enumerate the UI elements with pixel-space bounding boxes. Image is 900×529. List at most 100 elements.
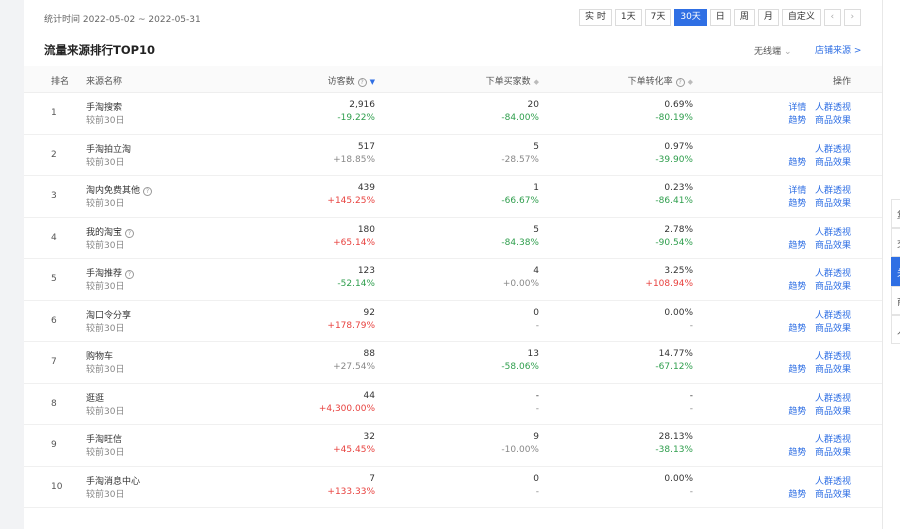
crowd-perspective-link[interactable]: 人群透视 <box>815 394 851 404</box>
trend-link[interactable]: 趋势 <box>788 116 806 126</box>
conversion-change: -80.19% <box>655 113 693 123</box>
buyers-change: - <box>535 320 539 331</box>
actions-line-2: 趋势 商品效果 <box>788 487 851 500</box>
trend-link[interactable]: 趋势 <box>788 448 806 458</box>
next-button[interactable]: › <box>843 9 861 26</box>
actions-line-2: 趋势 商品效果 <box>788 113 851 126</box>
conversion-change: +108.94% <box>645 279 693 289</box>
product-effect-link[interactable]: 商品效果 <box>815 282 851 292</box>
date-button[interactable]: 1天 <box>614 9 642 26</box>
buyers-change: +0.00% <box>502 279 539 289</box>
product-effect-link[interactable]: 商品效果 <box>815 158 851 168</box>
row-rank: 8 <box>51 398 57 409</box>
product-effect-link[interactable]: 商品效果 <box>815 407 851 417</box>
chevron-down-icon: ⌄ <box>784 47 792 57</box>
side-tab[interactable]: 交 <box>891 228 900 257</box>
device-filter-label: 无线端 <box>754 47 782 57</box>
actions-line-1: 详情 人群透视 <box>788 183 851 196</box>
col-source: 来源名称 <box>86 77 123 87</box>
sort-desc-icon[interactable]: ▼ <box>370 78 375 86</box>
crowd-perspective-link[interactable]: 人群透视 <box>815 269 851 279</box>
crowd-perspective-link[interactable]: 人群透视 <box>815 311 851 321</box>
trend-link[interactable]: 趋势 <box>788 324 806 334</box>
prev-button[interactable]: ‹ <box>823 9 841 26</box>
source-name: 手淘消息中心 <box>86 474 140 487</box>
trend-link[interactable]: 趋势 <box>788 282 806 292</box>
sort-icon[interactable]: ◆ <box>534 78 539 86</box>
product-effect-link[interactable]: 商品效果 <box>815 116 851 126</box>
trend-link[interactable]: 趋势 <box>788 407 806 417</box>
compare-label: 较前30日 <box>86 489 125 500</box>
date-range-buttons: 实 时 1天 7天 30天日周月自定义 ‹ › <box>579 9 864 26</box>
crowd-perspective-link[interactable]: 人群透视 <box>815 103 851 113</box>
actions-line-1: 人群透视 <box>815 225 851 238</box>
visitors-change: +145.25% <box>327 196 375 206</box>
crowd-perspective-link[interactable]: 人群透视 <box>815 228 851 238</box>
row-rank: 9 <box>51 440 57 450</box>
side-tab[interactable]: 商 <box>891 286 900 315</box>
source-name: 手淘搜索 <box>86 100 122 113</box>
help-icon[interactable]: ? <box>125 270 135 279</box>
side-tab[interactable]: 人 <box>891 315 900 344</box>
date-button[interactable]: 日 <box>709 9 731 26</box>
buyers-change: - <box>535 403 539 414</box>
date-button[interactable]: 自定义 <box>781 9 821 26</box>
trend-link[interactable]: 趋势 <box>788 199 806 209</box>
crowd-perspective-link[interactable]: 人群透视 <box>815 352 851 362</box>
help-icon[interactable]: ? <box>125 228 135 238</box>
detail-link[interactable]: 详情 <box>788 103 806 113</box>
crowd-perspective-link[interactable]: 人群透视 <box>815 435 851 445</box>
side-tab[interactable]: 关 <box>891 257 900 286</box>
actions-line-2: 趋势 商品效果 <box>788 238 851 251</box>
sort-icon[interactable]: ◆ <box>688 78 693 86</box>
col-buyers-label: 下单买家数 <box>485 77 531 87</box>
product-effect-link[interactable]: 商品效果 <box>815 324 851 334</box>
source-name-label: 手淘拍立淘 <box>86 144 132 155</box>
visitors-value: 92 <box>363 307 375 318</box>
visitors-value: 439 <box>357 183 375 193</box>
date-button[interactable]: 周 <box>733 9 755 26</box>
help-icon[interactable]: ? <box>675 78 685 87</box>
visitors-value: 2,916 <box>349 100 375 110</box>
crowd-perspective-link[interactable]: 人群透视 <box>815 186 851 196</box>
buyers-change: -10.00% <box>501 445 539 455</box>
col-buyers[interactable]: 下单买家数 ◆ <box>486 74 539 87</box>
source-name: 淘内免费其他? <box>86 183 153 196</box>
trend-link[interactable]: 趋势 <box>788 158 806 168</box>
col-visitors-label: 访客数 <box>327 77 355 87</box>
compare-label: 较前30日 <box>86 323 125 334</box>
product-effect-link[interactable]: 商品效果 <box>815 490 851 500</box>
detail-link[interactable]: 详情 <box>788 186 806 196</box>
product-effect-link[interactable]: 商品效果 <box>815 241 851 251</box>
conversion-value: 0.00% <box>664 307 693 318</box>
side-tab[interactable]: 复 <box>891 199 900 228</box>
date-button[interactable]: 月 <box>757 9 779 26</box>
date-button[interactable]: 7天 <box>644 9 672 26</box>
source-name-label: 手淘消息中心 <box>86 476 141 487</box>
trend-link[interactable]: 趋势 <box>788 490 806 500</box>
buyers-value: 4 <box>533 266 539 276</box>
col-visitors[interactable]: 访客数? ▼ <box>328 74 375 87</box>
date-button[interactable]: 实 时 <box>579 9 612 26</box>
product-effect-link[interactable]: 商品效果 <box>815 448 851 458</box>
trend-link[interactable]: 趋势 <box>788 241 806 251</box>
product-effect-link[interactable]: 商品效果 <box>815 365 851 375</box>
source-name: 我的淘宝? <box>86 225 135 238</box>
help-icon[interactable]: ? <box>143 187 153 196</box>
conversion-value: 2.78% <box>664 224 693 235</box>
date-button[interactable]: 30天 <box>674 9 707 26</box>
conversion-value: 3.25% <box>664 266 693 276</box>
row-rank: 4 <box>51 232 57 243</box>
help-icon[interactable]: ? <box>357 78 367 87</box>
buyers-value: 5 <box>533 224 539 235</box>
crowd-perspective-link[interactable]: 人群透视 <box>815 145 851 155</box>
device-filter-dropdown[interactable]: 无线端 ⌄ <box>754 44 792 57</box>
actions-line-2: 趋势 商品效果 <box>788 196 851 209</box>
product-effect-link[interactable]: 商品效果 <box>815 199 851 209</box>
store-source-link[interactable]: 店铺来源 > <box>815 43 861 56</box>
actions-line-1: 人群透视 <box>815 349 851 362</box>
crowd-perspective-link[interactable]: 人群透视 <box>815 477 851 487</box>
col-conversion[interactable]: 下单转化率? ◆ <box>628 74 693 87</box>
trend-link[interactable]: 趋势 <box>788 365 806 375</box>
visitors-change: +4,300.00% <box>318 403 375 414</box>
